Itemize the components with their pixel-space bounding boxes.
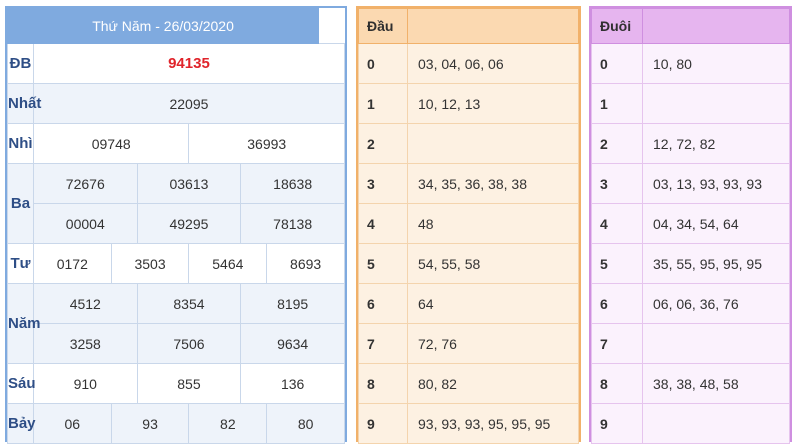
third-prize-value: 03613 [136,163,242,204]
head-digit-key: 4 [358,203,408,244]
head-digit-values: 03, 04, 06, 06 [407,43,579,84]
seventh-prize-value: 93 [110,403,190,444]
tail-digit-values [642,323,790,364]
prize-label-nhat: Nhất [7,83,41,124]
head-digit-values: 54, 55, 58 [407,243,579,284]
tail-digit-key: 6 [591,283,643,324]
head-digit-values: 48 [407,203,579,244]
tail-digit-key: 1 [591,83,643,124]
third-prize-value: 00004 [32,203,138,244]
second-prize-value: 09748 [32,123,190,164]
head-digit-key: 5 [358,243,408,284]
tail-digit-key: 7 [591,323,643,364]
head-digit-key: 3 [358,163,408,204]
head-digit-key: 2 [358,123,408,164]
head-digit-values: 72, 76 [407,323,579,364]
tail-digit-values: 35, 55, 95, 95, 95 [642,243,790,284]
head-digit-key: 9 [358,403,408,444]
results-table: Thứ Năm - 26/03/2020 ĐB 94135 Nhất 22095… [5,6,347,444]
fourth-prize-value: 5464 [188,243,268,284]
head-digit-values [407,123,579,164]
tail-digit-values: 12, 72, 82 [642,123,790,164]
prize-label-sau: Sáu [7,363,36,404]
special-prize-value: 94135 [32,43,346,84]
head-digit-key: 8 [358,363,408,404]
head-digit-values: 10, 12, 13 [407,83,579,124]
tail-digit-header-blank [642,8,790,44]
tail-digit-key: 0 [591,43,643,84]
prize-label-nhi: Nhì [7,123,34,164]
tail-digit-values: 04, 34, 54, 64 [642,203,790,244]
tail-digit-values: 03, 13, 93, 93, 93 [642,163,790,204]
fifth-prize-value: 4512 [32,283,138,324]
head-digit-key: 0 [358,43,408,84]
first-prize-value: 22095 [32,83,346,124]
sixth-prize-value: 910 [32,363,138,404]
tail-digit-table: Đuôi 0 10, 80 1 2 12, 72, 82 3 03, 13, 93, … [589,6,792,444]
prize-label-tu: Tư [7,243,34,284]
head-digit-values: 80, 82 [407,363,579,404]
prize-label-nam: Năm [7,283,41,364]
tail-digit-key: 4 [591,203,643,244]
tail-digit-values: 10, 80 [642,43,790,84]
tail-digit-key: 3 [591,163,643,204]
third-prize-value: 18638 [240,163,345,204]
head-digit-header: Đầu [358,8,408,44]
head-digit-key: 6 [358,283,408,324]
prize-label-db: ĐB [7,43,34,84]
results-date-title: Thứ Năm - 26/03/2020 [6,8,320,44]
fifth-prize-value: 9634 [240,323,345,364]
prize-label-ba: Ba [7,163,34,244]
third-prize-value: 72676 [32,163,138,204]
sixth-prize-value: 855 [136,363,242,404]
head-digit-values: 64 [407,283,579,324]
tail-digit-key: 9 [591,403,643,444]
prize-label-bay: Bảy [7,403,36,444]
tail-digit-values [642,83,790,124]
tail-digit-values: 38, 38, 48, 58 [642,363,790,404]
sixth-prize-value: 136 [240,363,345,404]
head-digit-key: 7 [358,323,408,364]
tail-digit-values: 06, 06, 36, 76 [642,283,790,324]
tail-digit-header: Đuôi [591,8,643,44]
tail-digit-key: 8 [591,363,643,404]
head-digit-values: 93, 93, 93, 95, 95, 95 [407,403,579,444]
fifth-prize-value: 8354 [136,283,242,324]
tail-digit-key: 5 [591,243,643,284]
tail-digit-key: 2 [591,123,643,164]
head-digit-values: 34, 35, 36, 38, 38 [407,163,579,204]
fifth-prize-value: 7506 [136,323,242,364]
fifth-prize-value: 8195 [240,283,345,324]
fifth-prize-value: 3258 [32,323,138,364]
seventh-prize-value: 82 [188,403,268,444]
head-digit-key: 1 [358,83,408,124]
fourth-prize-value: 3503 [110,243,190,284]
head-digit-header-blank [407,8,579,44]
seventh-prize-value: 06 [32,403,112,444]
fourth-prize-value: 0172 [32,243,112,284]
second-prize-value: 36993 [188,123,345,164]
head-digit-table: Đầu 0 03, 04, 06, 06 1 10, 12, 13 2 3 34, 3… [356,6,581,444]
seventh-prize-value: 80 [266,403,345,444]
third-prize-value: 49295 [136,203,242,244]
tail-digit-values [642,403,790,444]
third-prize-value: 78138 [240,203,345,244]
fourth-prize-value: 8693 [266,243,345,284]
